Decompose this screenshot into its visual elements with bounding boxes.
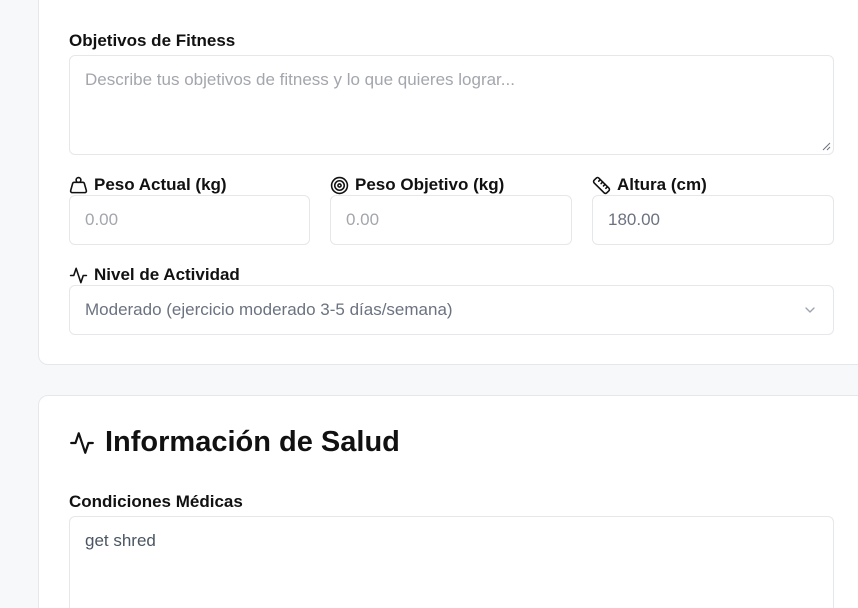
target-weight-label: Peso Objetivo (kg) — [330, 175, 504, 195]
activity-label: Nivel de Actividad — [69, 265, 240, 285]
target-icon — [330, 176, 349, 194]
activity-select[interactable]: Moderado (ejercicio moderado 3-5 días/se… — [69, 285, 834, 335]
goals-textarea[interactable] — [69, 55, 834, 155]
height-input[interactable] — [592, 195, 834, 245]
target-weight-input[interactable] — [330, 195, 572, 245]
height-label: Altura (cm) — [592, 175, 707, 195]
medical-conditions-label: Condiciones Médicas — [69, 492, 243, 511]
chevron-down-icon — [805, 307, 815, 313]
goals-label: Objetivos de Fitness — [69, 31, 236, 50]
activity-select-value: Moderado (ejercicio moderado 3-5 días/se… — [85, 300, 453, 319]
medical-conditions-textarea[interactable]: get shred — [69, 516, 834, 608]
fitness-card: Objetivos de Fitness Peso Actual (kg) Pe… — [38, 0, 858, 365]
resize-handle-icon[interactable] — [822, 142, 831, 151]
weight-icon — [69, 176, 88, 193]
current-weight-input[interactable] — [69, 195, 310, 245]
activity-icon — [69, 267, 88, 283]
ruler-icon — [592, 176, 611, 194]
current-weight-label: Peso Actual (kg) — [69, 175, 227, 195]
activity-icon — [70, 431, 94, 454]
health-card: Información de Salud Condiciones Médicas… — [38, 395, 858, 608]
health-section-title: Información de Salud — [69, 426, 400, 459]
profile-form-page: Objetivos de Fitness Peso Actual (kg) Pe… — [0, 0, 858, 608]
